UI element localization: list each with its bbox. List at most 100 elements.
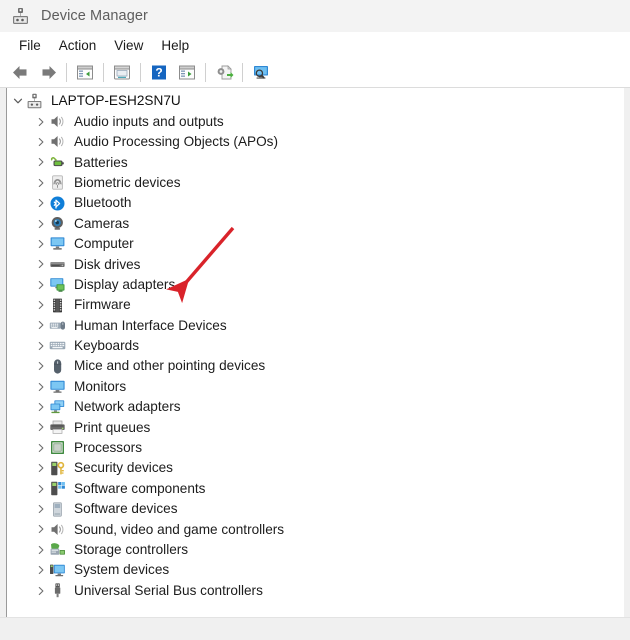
chevron-down-icon[interactable] bbox=[9, 92, 26, 110]
tree-item-label: Audio Processing Objects (APOs) bbox=[74, 134, 278, 150]
toolbar-separator bbox=[205, 63, 206, 82]
tree-item-label: Batteries bbox=[74, 154, 128, 170]
chevron-right-icon[interactable] bbox=[32, 520, 49, 538]
chevron-right-icon[interactable] bbox=[32, 439, 49, 457]
chevron-right-icon[interactable] bbox=[32, 194, 49, 212]
tree-item-display-adapters[interactable]: Display adapters bbox=[7, 275, 624, 295]
network-adapter-icon bbox=[49, 399, 66, 416]
chevron-right-icon[interactable] bbox=[32, 174, 49, 192]
toolbar-separator bbox=[242, 63, 243, 82]
chevron-right-icon[interactable] bbox=[32, 296, 49, 314]
printer-icon bbox=[49, 419, 66, 436]
tree-item-label: Disk drives bbox=[74, 256, 141, 272]
tree-item-biometric-devices[interactable]: Biometric devices bbox=[7, 173, 624, 193]
tree-item-batteries[interactable]: Batteries bbox=[7, 152, 624, 172]
chevron-right-icon[interactable] bbox=[32, 316, 49, 334]
chevron-right-icon[interactable] bbox=[32, 215, 49, 233]
device-manager-icon bbox=[10, 6, 30, 26]
tree-item-label: System devices bbox=[74, 562, 170, 578]
chevron-right-icon[interactable] bbox=[32, 255, 49, 273]
chevron-right-icon[interactable] bbox=[32, 582, 49, 600]
tree-item-label: Software devices bbox=[74, 501, 178, 517]
chevron-right-icon[interactable] bbox=[32, 357, 49, 375]
chevron-right-icon[interactable] bbox=[32, 398, 49, 416]
tree-root-laptop[interactable]: LAPTOP-ESH2SN7U bbox=[7, 91, 624, 111]
remote-computer-icon[interactable] bbox=[248, 61, 274, 85]
help-icon[interactable]: ? bbox=[146, 61, 172, 85]
tree-item-universal-serial-bus-controllers[interactable]: Universal Serial Bus controllers bbox=[7, 580, 624, 600]
update-driver-icon[interactable] bbox=[211, 61, 237, 85]
scan-for-hardware-changes-icon[interactable] bbox=[174, 61, 200, 85]
chevron-right-icon[interactable] bbox=[32, 500, 49, 518]
monitor-icon bbox=[49, 235, 66, 252]
toolbar-separator bbox=[66, 63, 67, 82]
window-title: Device Manager bbox=[41, 8, 148, 24]
tree-item-disk-drives[interactable]: Disk drives bbox=[7, 254, 624, 274]
disk-drive-icon bbox=[49, 256, 66, 273]
software-component-icon bbox=[49, 480, 66, 497]
chevron-right-icon[interactable] bbox=[32, 418, 49, 436]
chevron-right-icon[interactable] bbox=[32, 459, 49, 477]
forward-arrow-icon[interactable] bbox=[35, 61, 61, 85]
chevron-right-icon[interactable] bbox=[32, 337, 49, 355]
tree-item-bluetooth[interactable]: Bluetooth bbox=[7, 193, 624, 213]
tree-item-audio-inputs-and-outputs[interactable]: Audio inputs and outputs bbox=[7, 111, 624, 131]
security-key-icon bbox=[49, 460, 66, 477]
back-arrow-icon[interactable] bbox=[7, 61, 33, 85]
tree-item-label: Sound, video and game controllers bbox=[74, 521, 285, 537]
tree-item-label: Network adapters bbox=[74, 399, 181, 415]
tree-item-label: Cameras bbox=[74, 215, 130, 231]
chevron-right-icon[interactable] bbox=[32, 153, 49, 171]
tree-item-cameras[interactable]: Cameras bbox=[7, 213, 624, 233]
tree-item-sound-video-and-game-controllers[interactable]: Sound, video and game controllers bbox=[7, 519, 624, 539]
show-hide-console-tree-icon[interactable] bbox=[72, 61, 98, 85]
tree-item-label: Monitors bbox=[74, 378, 127, 394]
tree-item-storage-controllers[interactable]: Storage controllers bbox=[7, 540, 624, 560]
tree-item-network-adapters[interactable]: Network adapters bbox=[7, 397, 624, 417]
system-device-icon bbox=[49, 562, 66, 579]
tree-item-label: Biometric devices bbox=[74, 174, 181, 190]
tree-item-label: Software components bbox=[74, 480, 206, 496]
tree-item-human-interface-devices[interactable]: Human Interface Devices bbox=[7, 315, 624, 335]
tree-item-security-devices[interactable]: Security devices bbox=[7, 458, 624, 478]
tree-item-label: Keyboards bbox=[74, 338, 139, 354]
properties-icon[interactable] bbox=[109, 61, 135, 85]
computer-root-icon bbox=[26, 93, 43, 110]
tree-item-mice-and-other-pointing-devices[interactable]: Mice and other pointing devices bbox=[7, 356, 624, 376]
tree-item-label: Computer bbox=[74, 236, 134, 252]
tree-item-keyboards[interactable]: Keyboards bbox=[7, 336, 624, 356]
menu-file[interactable]: File bbox=[10, 36, 50, 55]
device-tree-panel[interactable]: LAPTOP-ESH2SN7U Audio inputs and outputs bbox=[6, 88, 624, 617]
tree-item-label: Human Interface Devices bbox=[74, 317, 227, 333]
chevron-right-icon[interactable] bbox=[32, 235, 49, 253]
tree-item-firmware[interactable]: Firmware bbox=[7, 295, 624, 315]
sound-icon bbox=[49, 521, 66, 538]
tree-item-label: Audio inputs and outputs bbox=[74, 113, 224, 129]
tree-item-software-components[interactable]: Software components bbox=[7, 478, 624, 498]
menu-help[interactable]: Help bbox=[152, 36, 198, 55]
tree-item-software-devices[interactable]: Software devices bbox=[7, 499, 624, 519]
keyboard-icon bbox=[49, 337, 66, 354]
tree-item-label: Processors bbox=[74, 440, 142, 456]
chevron-right-icon[interactable] bbox=[32, 113, 49, 131]
chevron-right-icon[interactable] bbox=[32, 480, 49, 498]
tree-item-print-queues[interactable]: Print queues bbox=[7, 417, 624, 437]
chevron-right-icon[interactable] bbox=[32, 378, 49, 396]
chevron-right-icon[interactable] bbox=[32, 561, 49, 579]
speaker-icon bbox=[49, 113, 66, 130]
chevron-right-icon[interactable] bbox=[32, 276, 49, 294]
toolbar-separator bbox=[103, 63, 104, 82]
chevron-right-icon[interactable] bbox=[32, 541, 49, 559]
processor-chip-icon bbox=[49, 439, 66, 456]
device-tree: LAPTOP-ESH2SN7U Audio inputs and outputs bbox=[7, 88, 624, 601]
tree-item-audio-processing-objects[interactable]: Audio Processing Objects (APOs) bbox=[7, 132, 624, 152]
menu-view[interactable]: View bbox=[105, 36, 152, 55]
tree-item-computer[interactable]: Computer bbox=[7, 234, 624, 254]
tree-item-monitors[interactable]: Monitors bbox=[7, 376, 624, 396]
tree-item-system-devices[interactable]: System devices bbox=[7, 560, 624, 580]
display-adapter-icon bbox=[49, 276, 66, 293]
tree-item-processors[interactable]: Processors bbox=[7, 438, 624, 458]
chevron-right-icon[interactable] bbox=[32, 133, 49, 151]
menu-action[interactable]: Action bbox=[50, 36, 106, 55]
svg-text:?: ? bbox=[155, 65, 162, 79]
